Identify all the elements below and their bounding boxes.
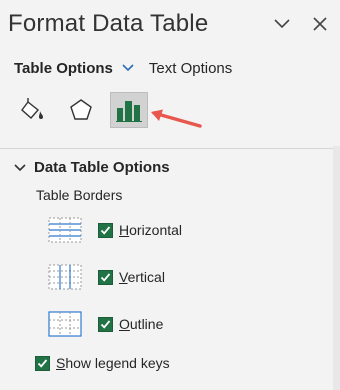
chevron-down-icon[interactable] [121,61,135,75]
outline-checkbox[interactable] [98,316,113,332]
vertical-checkbox[interactable] [98,269,113,285]
effects-icon[interactable] [62,92,100,128]
options-tabs: Table Options Text Options [14,58,232,78]
size-properties-icon[interactable] [110,92,148,128]
show-legend-keys-label[interactable]: Show legend keys [56,355,170,371]
option-show-legend-keys: Show legend keys [35,355,170,371]
outline-borders-icon [48,311,82,337]
close-icon[interactable] [308,12,332,36]
vertical-label[interactable]: Vertical [119,269,165,285]
option-outline: Outline [46,309,163,339]
outline-accesskey: O [119,316,130,332]
divider [0,148,333,149]
tab-table-options[interactable]: Table Options [14,60,113,77]
scrollbar[interactable] [333,146,340,390]
outline-label[interactable]: Outline [119,316,163,332]
chevron-down-icon [14,162,26,174]
vertical-borders-icon [48,264,82,290]
vertical-accesskey: V [119,269,128,285]
pane-title: Format Data Table [8,10,209,37]
vertical-label-text: ertical [127,269,165,285]
table-borders-label: Table Borders [36,187,123,203]
show-legend-keys-accesskey: S [56,355,66,371]
horizontal-borders-icon [48,217,82,243]
chevron-down-icon[interactable] [270,12,294,36]
horizontal-label-text: orizontal [129,222,183,238]
pointer-arrow-icon [151,109,202,128]
option-vertical: Vertical [46,262,165,292]
horizontal-label[interactable]: Horizontal [119,222,182,238]
horizontal-accesskey: H [119,222,130,238]
fill-line-icon[interactable] [14,92,52,128]
option-horizontal: Horizontal [46,215,182,245]
show-legend-keys-checkbox[interactable] [35,355,50,371]
section-header[interactable]: Data Table Options [14,159,170,176]
outline-label-text: utline [129,316,164,332]
horizontal-checkbox[interactable] [98,222,113,238]
section-title: Data Table Options [34,159,170,176]
show-legend-keys-label-text: how legend keys [65,355,170,371]
tab-text-options[interactable]: Text Options [149,60,232,77]
